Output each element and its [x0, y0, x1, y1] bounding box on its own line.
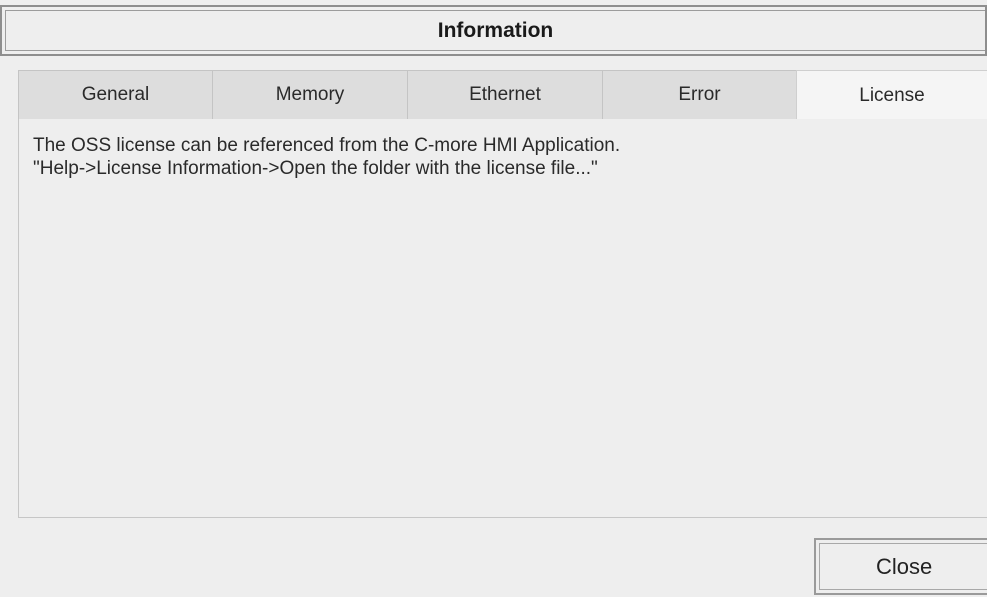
tab-ethernet[interactable]: Ethernet: [407, 70, 602, 120]
dialog-title: Information: [437, 18, 554, 42]
tab-bar: General Memory Ethernet Error License: [18, 70, 987, 120]
close-button[interactable]: Close: [814, 538, 987, 595]
tab-license[interactable]: License: [796, 70, 987, 120]
license-panel: The OSS license can be referenced from t…: [18, 119, 987, 518]
title-bar-inner: Information: [5, 10, 985, 51]
license-text-line-2: "Help->License Information->Open the fol…: [33, 158, 598, 179]
tab-memory[interactable]: Memory: [212, 70, 407, 120]
tab-error[interactable]: Error: [602, 70, 796, 120]
information-dialog: Information General Memory Ethernet Erro…: [0, 0, 987, 597]
license-text: The OSS license can be referenced from t…: [33, 134, 620, 180]
license-text-line-1: The OSS license can be referenced from t…: [33, 135, 621, 156]
title-bar: Information: [0, 5, 987, 56]
close-button-label: Close: [819, 543, 987, 590]
tab-general[interactable]: General: [18, 70, 212, 120]
